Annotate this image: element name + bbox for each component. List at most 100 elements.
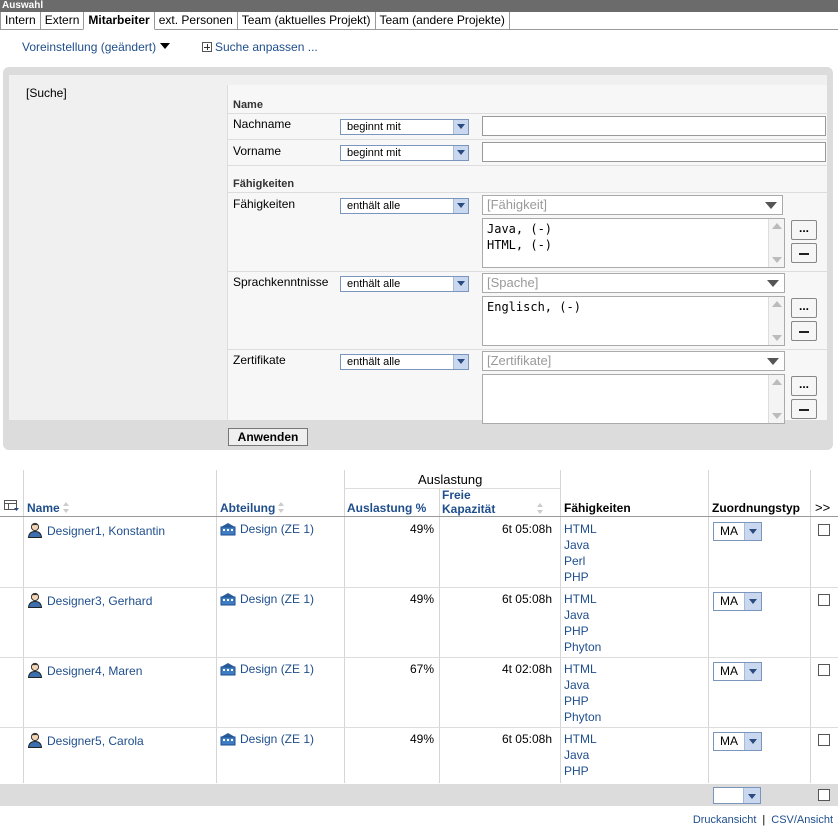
skill-link[interactable]: HTML — [564, 521, 597, 537]
skill-link[interactable]: Java — [564, 747, 597, 763]
languages-add-button[interactable]: ... — [791, 298, 817, 318]
scrollbar[interactable] — [768, 219, 784, 267]
skill-link[interactable]: PHP — [564, 763, 597, 779]
header-bottom-line — [0, 516, 838, 517]
skills-combo[interactable]: [Fähigkeit] — [482, 195, 783, 215]
tab-mitarbeiter[interactable]: Mitarbeiter — [83, 12, 155, 30]
row-select-checkbox[interactable] — [818, 594, 830, 606]
assignment-type-select[interactable]: MA — [713, 592, 762, 611]
languages-placeholder: [Spache] — [487, 275, 539, 290]
languages-remove-button[interactable] — [791, 321, 817, 341]
chevron-down-icon — [744, 593, 761, 610]
search-title: [Suche] — [26, 86, 67, 100]
tab-extern[interactable]: Extern — [39, 12, 85, 30]
list-item[interactable]: Englisch, (-) — [487, 299, 780, 315]
employee-name-link[interactable]: Designer5, Carola — [47, 734, 144, 748]
row-select-checkbox[interactable] — [818, 734, 830, 746]
table-row-name[interactable]: Designer3, Gerhard — [27, 592, 152, 611]
employee-name-link[interactable]: Designer4, Maren — [47, 664, 142, 678]
skill-link[interactable]: Perl — [564, 553, 597, 569]
firstname-mode-select[interactable]: beginnt mit — [340, 145, 469, 161]
certificates-list[interactable] — [482, 374, 785, 424]
skill-link[interactable]: Java — [564, 607, 601, 623]
list-item[interactable]: HTML, (-) — [487, 237, 780, 253]
department-link[interactable]: Design (ZE 1) — [240, 592, 314, 606]
employee-name-link[interactable]: Designer3, Gerhard — [47, 594, 152, 608]
list-item[interactable]: Java, (-) — [487, 221, 780, 237]
expand-columns-button[interactable]: >> — [815, 500, 830, 515]
certificates-remove-button[interactable] — [791, 399, 817, 419]
department-link[interactable]: Design (ZE 1) — [240, 732, 314, 746]
lastname-mode-select[interactable]: beginnt mit — [340, 119, 469, 135]
certificates-add-button[interactable]: ... — [791, 376, 817, 396]
chevron-down-icon — [744, 523, 761, 540]
tab-intern[interactable]: Intern — [0, 12, 41, 30]
column-header-department[interactable]: Abteilung — [220, 501, 285, 515]
table-row-department[interactable]: Design (ZE 1) — [220, 732, 314, 749]
department-link[interactable]: Design (ZE 1) — [240, 522, 314, 536]
scrollbar[interactable] — [768, 297, 784, 345]
table-row-department[interactable]: Design (ZE 1) — [220, 592, 314, 609]
assignment-type-select[interactable]: MA — [713, 662, 762, 681]
skills-add-button[interactable]: ... — [791, 220, 817, 240]
table-row-name[interactable]: Designer4, Maren — [27, 662, 142, 681]
chevron-down-icon — [453, 199, 468, 213]
row-select-checkbox[interactable] — [818, 664, 830, 676]
skill-link[interactable]: PHP — [564, 623, 601, 639]
print-view-link[interactable]: Druckansicht — [693, 814, 757, 826]
tab-team-other[interactable]: Team (andere Projekte) — [374, 12, 510, 30]
apply-button[interactable]: Anwenden — [228, 428, 308, 446]
skill-link[interactable]: Java — [564, 677, 601, 693]
table-row-department[interactable]: Design (ZE 1) — [220, 662, 314, 679]
skill-link[interactable]: PHP — [564, 569, 597, 585]
skill-link[interactable]: HTML — [564, 661, 601, 677]
skills-remove-button[interactable] — [791, 243, 817, 263]
chevron-down-icon — [453, 277, 468, 291]
firstname-input[interactable] — [482, 142, 826, 162]
column-header-name-label: Name — [27, 501, 60, 515]
languages-combo[interactable]: [Spache] — [482, 273, 785, 293]
certificates-mode-select[interactable]: enthält alle — [340, 354, 469, 370]
free-capacity-value: 6t 05:08h — [501, 522, 552, 536]
tab-team-current[interactable]: Team (aktuelles Projekt) — [236, 12, 376, 30]
column-chooser-icon[interactable] — [4, 500, 20, 515]
csv-view-link[interactable]: CSV/Ansicht — [771, 814, 833, 826]
preset-label: Voreinstellung (geändert) — [22, 40, 157, 54]
skill-link[interactable]: Phyton — [564, 639, 601, 655]
certificates-combo[interactable]: [Zertifikate] — [482, 351, 785, 371]
skill-link[interactable]: Java — [564, 537, 597, 553]
person-icon — [27, 592, 43, 611]
utilization-group-header: Auslastung — [418, 472, 483, 487]
search-panel: [Suche] Name Nachname beginnt mit Vornam… — [3, 67, 833, 450]
row-select-checkbox[interactable] — [818, 524, 830, 536]
languages-mode-select[interactable]: enthält alle — [340, 276, 469, 292]
column-header-free-capacity[interactable]: Freie Kapazität — [442, 488, 544, 516]
assignment-type-select[interactable]: MA — [713, 732, 762, 751]
table-row-name[interactable]: Designer5, Carola — [27, 732, 144, 751]
skill-link[interactable]: HTML — [564, 591, 601, 607]
skill-link[interactable]: HTML — [564, 731, 597, 747]
skills-mode-select[interactable]: enthält alle — [340, 198, 469, 214]
skill-link[interactable]: Phyton — [564, 709, 601, 725]
select-all-checkbox[interactable] — [818, 789, 830, 801]
table-row-department[interactable]: Design (ZE 1) — [220, 522, 314, 539]
assignment-type-select[interactable]: MA — [713, 522, 762, 541]
skill-link[interactable]: PHP — [564, 693, 601, 709]
column-header-utilization[interactable]: Auslastung % — [347, 501, 426, 515]
bulk-assignment-select[interactable] — [713, 787, 761, 804]
table-row-name[interactable]: Designer1, Konstantin — [27, 522, 165, 541]
tab-ext-personen[interactable]: ext. Personen — [153, 12, 238, 30]
customize-search-link[interactable]: Suche anpassen ... — [202, 40, 318, 54]
chevron-down-icon — [453, 120, 468, 134]
skills-list[interactable]: Java, (-) HTML, (-) — [482, 218, 785, 268]
languages-list[interactable]: Englisch, (-) — [482, 296, 785, 346]
column-header-name[interactable]: Name — [27, 501, 70, 515]
scrollbar[interactable] — [768, 375, 784, 423]
lastname-input[interactable] — [482, 116, 826, 136]
department-link[interactable]: Design (ZE 1) — [240, 662, 314, 676]
divider — [228, 349, 828, 350]
employee-name-link[interactable]: Designer1, Konstantin — [47, 524, 165, 538]
preset-dropdown[interactable]: Voreinstellung (geändert) — [22, 40, 171, 54]
row-divider — [0, 587, 838, 588]
chevron-down-icon — [453, 355, 468, 369]
